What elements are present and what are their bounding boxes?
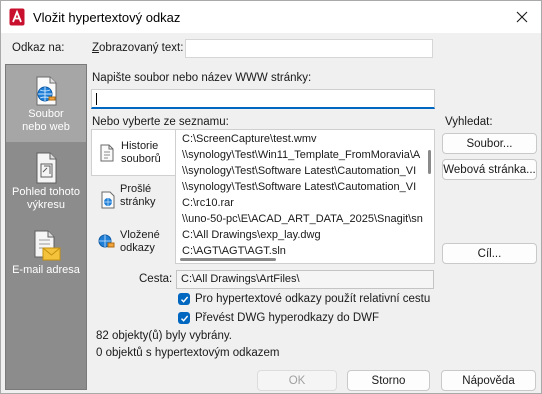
ok-button[interactable]: OK xyxy=(257,370,337,391)
path-field: C:\All Drawings\ArtFiles\ xyxy=(176,270,434,289)
path-label: Cesta: xyxy=(139,273,173,285)
tab-label: Vložené xyxy=(120,229,160,241)
browse-label: Vyhledat: xyxy=(445,116,493,128)
sidebar-item-email[interactable]: E-mail adresa xyxy=(6,225,86,285)
browsed-pages-icon xyxy=(101,191,115,209)
list-item[interactable]: C:\rc10.rar xyxy=(182,197,234,209)
sidebar-item-label: Pohled tohoto xyxy=(12,186,80,198)
globe-file-icon xyxy=(36,76,57,106)
tab-browsed-pages[interactable]: Prošlé stránky xyxy=(91,180,175,220)
tab-label: Historie xyxy=(121,140,159,152)
close-button[interactable] xyxy=(509,5,535,29)
file-or-url-input[interactable] xyxy=(91,89,435,109)
autocad-app-icon xyxy=(9,8,25,26)
list-item[interactable]: \\uno-50-pc\E\ACAD_ART_DATA_2025\Snagit\… xyxy=(182,213,423,225)
sidebar-item-file-or-web[interactable]: Soubor nebo web xyxy=(6,65,86,142)
tab-label: stránky xyxy=(120,196,156,208)
list-source-tabs: Historie souborů Prošlé stránky Vložené … xyxy=(91,129,176,263)
close-icon xyxy=(516,11,528,23)
sidebar-item-label: nebo web xyxy=(22,121,70,133)
vertical-scrollbar-thumb[interactable] xyxy=(428,150,431,174)
tab-label: odkazy xyxy=(120,242,155,254)
display-text-label-rest: obrazovaný text: xyxy=(99,42,184,54)
tab-file-history[interactable]: Historie souborů xyxy=(91,129,175,176)
horizontal-scrollbar[interactable] xyxy=(176,255,426,263)
checkmark-icon xyxy=(180,315,188,322)
history-icon xyxy=(100,144,114,162)
cancel-button[interactable]: Storno xyxy=(347,370,430,391)
sidebar-item-label: Soubor xyxy=(28,108,64,120)
email-icon xyxy=(34,230,61,261)
file-or-url-label: Napište soubor nebo název WWW stránky: xyxy=(92,72,312,84)
list-item[interactable]: C:\ScreenCapture\test.wmv xyxy=(182,133,317,145)
hyperlinked-objects-status: 0 objektů s hypertextovým odkazem xyxy=(96,347,280,359)
window-title: Vložit hypertextový odkaz xyxy=(33,10,181,25)
file-history-list[interactable]: C:\ScreenCapture\test.wmv \\synology\Tes… xyxy=(175,129,435,264)
target-button[interactable]: Cíl... xyxy=(442,243,537,264)
path-value: C:\All Drawings\ArtFiles\ xyxy=(181,273,300,285)
browse-web-page-button[interactable]: Webová stránka... xyxy=(442,159,537,180)
link-to-sidebar: Soubor nebo web Pohled tohoto výkresu E-… xyxy=(5,64,87,390)
convert-dwg-checkbox[interactable] xyxy=(178,312,190,324)
inserted-links-icon xyxy=(98,234,115,248)
list-item[interactable]: \\synology\Test\Software Latest\Cautomat… xyxy=(182,181,416,193)
display-text-label: Zobrazovaný text: xyxy=(92,42,183,54)
checkmark-icon xyxy=(180,296,188,303)
selected-objects-status: 82 objekty(ů) byly vybrány. xyxy=(96,330,232,342)
title-bar: Vložit hypertextový odkaz xyxy=(1,1,541,33)
sidebar-item-label: E-mail adresa xyxy=(12,264,80,276)
help-button[interactable]: Nápověda xyxy=(441,370,536,391)
insert-hyperlink-dialog: Vložit hypertextový odkaz Odkaz na: Soub… xyxy=(0,0,542,394)
list-item[interactable]: C:\All Drawings\exp_lay.dwg xyxy=(182,229,321,241)
display-text-accesskey: Z xyxy=(92,42,100,54)
list-item[interactable]: \\synology\Test\Win11_Template_FromMorav… xyxy=(182,149,420,161)
display-text-input[interactable] xyxy=(185,39,433,58)
tab-inserted-links[interactable]: Vložené odkazy xyxy=(91,225,175,261)
list-item[interactable]: \\synology\Test\Software Latest\Cautomat… xyxy=(182,165,416,177)
tab-label: souborů xyxy=(121,153,161,165)
sidebar-item-drawing-view[interactable]: Pohled tohoto výkresu xyxy=(6,149,86,221)
link-to-label: Odkaz na: xyxy=(12,42,65,54)
relative-path-label: Pro hypertextové odkazy použít relativní… xyxy=(195,293,431,305)
choose-from-list-label: Nebo vyberte ze seznamu: xyxy=(92,116,229,128)
relative-path-checkbox[interactable] xyxy=(178,293,190,305)
drawing-view-icon xyxy=(36,152,57,184)
sidebar-item-label: výkresu xyxy=(27,199,65,211)
vertical-scrollbar[interactable] xyxy=(424,130,434,263)
convert-dwg-label: Převést DWG hyperodkazy do DWF xyxy=(195,312,380,324)
tab-label: Prošlé xyxy=(120,183,152,195)
text-caret xyxy=(96,93,97,105)
horizontal-scrollbar-thumb[interactable] xyxy=(180,258,276,261)
browse-file-button[interactable]: Soubor... xyxy=(442,133,537,154)
